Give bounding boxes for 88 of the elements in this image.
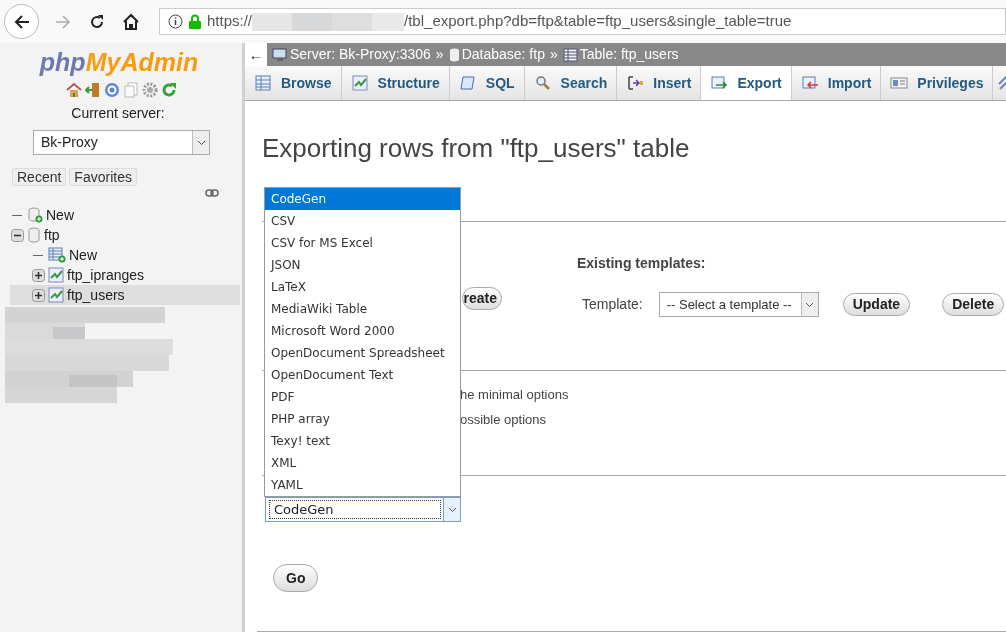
current-server-label: Current server: bbox=[71, 104, 165, 123]
tab[interactable]: Structure bbox=[341, 66, 450, 100]
nav-button[interactable]: Favorites bbox=[69, 168, 137, 186]
dropdown-option[interactable]: CSV bbox=[265, 210, 460, 232]
breadcrumb-separator: » bbox=[435, 45, 444, 64]
option-text: ossible options bbox=[460, 411, 547, 429]
info-icon bbox=[168, 14, 183, 29]
page-title: Exporting rows from "ftp_users" table bbox=[262, 132, 691, 164]
option-text: he minimal options bbox=[460, 386, 570, 404]
chevron-down-icon bbox=[805, 301, 815, 308]
dropdown-option[interactable]: JSON bbox=[265, 254, 460, 276]
section-label: Existing templates: bbox=[577, 254, 707, 273]
dropdown-option[interactable]: CSV for MS Excel bbox=[265, 232, 460, 254]
dropdown-option[interactable]: Texy! text bbox=[265, 430, 460, 452]
dropdown-option[interactable]: OpenDocument Text bbox=[265, 364, 460, 386]
forward-arrow-icon bbox=[54, 13, 72, 30]
dropdown-option[interactable]: Microsoft Word 2000 bbox=[265, 320, 460, 342]
reload-icon[interactable] bbox=[160, 82, 177, 98]
help-icon[interactable] bbox=[103, 82, 120, 98]
logo[interactable]: phpMyAdmin bbox=[39, 47, 199, 77]
url-text: /tbl_export.php?db=ftp&table=ftp_users&single_table=true bbox=[404, 11, 792, 32]
search-icon bbox=[533, 75, 552, 91]
database-icon bbox=[448, 47, 460, 62]
chevron-down-icon bbox=[447, 506, 457, 513]
database-icon bbox=[27, 227, 41, 243]
address-bar[interactable]: https:// /tbl_export.php?db=ftp&table=ftp_users&single_table=true bbox=[159, 8, 1006, 35]
template-select[interactable]: -- Select a template -- bbox=[658, 292, 819, 317]
reload-icon bbox=[89, 13, 105, 30]
tab[interactable]: Insert bbox=[617, 66, 702, 100]
tree-item[interactable]: ftp_ipranges bbox=[10, 265, 240, 285]
collapse-icon[interactable] bbox=[10, 228, 24, 242]
table-icon bbox=[562, 47, 578, 62]
server-select[interactable]: Bk-Proxy bbox=[33, 130, 210, 155]
dropdown-option[interactable]: OpenDocument Spreadsheet bbox=[265, 342, 460, 364]
id-card-icon bbox=[890, 75, 909, 91]
home-icon bbox=[122, 12, 140, 31]
tree-item[interactable]: New bbox=[10, 245, 240, 265]
nav-button[interactable]: Recent bbox=[12, 168, 67, 186]
back-arrow-icon bbox=[12, 13, 31, 30]
monitor-icon bbox=[272, 47, 288, 62]
structure-icon bbox=[48, 267, 64, 283]
tab[interactable]: Browse bbox=[245, 66, 342, 100]
exit-door-icon[interactable] bbox=[84, 82, 101, 98]
database-add-icon bbox=[27, 207, 43, 223]
breadcrumb-link[interactable]: Server: Bk-Proxy:3306 bbox=[290, 44, 431, 65]
scroll-icon bbox=[458, 75, 477, 91]
export-icon bbox=[710, 75, 729, 91]
template-label: Template: bbox=[582, 295, 643, 314]
dropdown-option[interactable]: YAML bbox=[265, 474, 460, 496]
format-select[interactable]: CodeGen bbox=[265, 497, 461, 522]
template-button[interactable]: Update bbox=[842, 293, 911, 316]
table-icon bbox=[254, 75, 272, 91]
structure-icon bbox=[48, 287, 64, 303]
tab[interactable]: SQL bbox=[449, 66, 525, 100]
tab[interactable]: Search bbox=[524, 66, 618, 100]
import-icon bbox=[800, 75, 819, 91]
breadcrumb-link[interactable]: Table: ftp_users bbox=[579, 44, 679, 65]
create-button[interactable]: reate bbox=[462, 287, 502, 310]
back-button[interactable]: ← bbox=[245, 43, 267, 66]
dropdown-option[interactable]: CodeGen bbox=[265, 188, 460, 210]
template-button[interactable]: Delete bbox=[942, 293, 1005, 316]
tab[interactable]: Import bbox=[791, 66, 882, 100]
breadcrumb-link[interactable]: Database: ftp bbox=[461, 44, 545, 65]
home-button[interactable] bbox=[121, 11, 141, 32]
lock-icon bbox=[189, 14, 201, 29]
expand-icon[interactable] bbox=[31, 288, 45, 302]
go-button[interactable]: Go bbox=[273, 564, 319, 592]
structure-icon bbox=[350, 75, 369, 91]
table-add-icon bbox=[48, 247, 66, 263]
expand-icon[interactable] bbox=[31, 268, 45, 282]
back-button[interactable] bbox=[4, 4, 39, 39]
dropdown-option[interactable]: MediaWiki Table bbox=[265, 298, 460, 320]
chevron-down-icon bbox=[196, 139, 206, 146]
tree-item[interactable]: ftp bbox=[10, 225, 240, 245]
insert-icon bbox=[626, 75, 645, 91]
dropdown-option[interactable]: XML bbox=[265, 452, 460, 474]
tab[interactable]: Privileges bbox=[881, 66, 994, 100]
home-icon[interactable] bbox=[65, 82, 82, 98]
breadcrumb-separator: » bbox=[549, 45, 558, 64]
tree-item[interactable]: ftp_users bbox=[10, 285, 240, 305]
dropdown-option[interactable]: PHP array bbox=[265, 408, 460, 430]
dropdown-option[interactable]: PDF bbox=[265, 386, 460, 408]
gear-icon[interactable] bbox=[141, 82, 158, 98]
dropdown-option[interactable]: LaTeX bbox=[265, 276, 460, 298]
tab[interactable]: Export bbox=[701, 66, 792, 100]
link-icon[interactable] bbox=[205, 189, 219, 197]
url-text: https:// bbox=[207, 11, 253, 32]
tree-item[interactable]: New bbox=[10, 205, 240, 225]
